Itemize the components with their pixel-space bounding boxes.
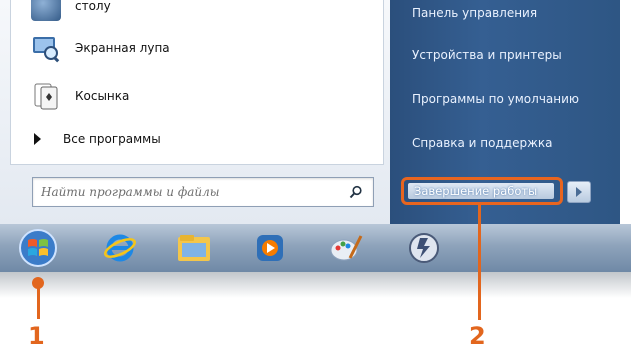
callout-1-line	[37, 283, 40, 319]
program-item-magnifier[interactable]: Экранная лупа	[31, 28, 170, 68]
callout-2-number: 2	[469, 322, 486, 350]
taskbar-internet-explorer[interactable]	[100, 229, 140, 267]
shutdown-label: Завершение работы	[414, 184, 538, 198]
taskbar-explorer[interactable]	[174, 229, 214, 267]
taskbar-shadow	[0, 272, 631, 298]
start-menu-left-pane: столу Экранная лупа Косынка Все программ…	[0, 0, 391, 224]
all-programs-button[interactable]: Все программы	[34, 132, 161, 146]
search-input[interactable]	[39, 182, 333, 202]
program-label: столу	[75, 0, 111, 13]
solitaire-icon	[31, 81, 61, 111]
default-programs-link[interactable]: Программы по умолчанию	[412, 92, 579, 106]
taskbar	[0, 224, 631, 272]
taskbar-app[interactable]	[404, 229, 444, 267]
internet-explorer-icon	[104, 234, 136, 262]
program-item-solitaire[interactable]: Косынка	[31, 76, 129, 116]
magnifier-icon	[31, 33, 61, 63]
program-label: Экранная лупа	[75, 41, 170, 55]
program-item-desktop[interactable]: столу	[31, 0, 111, 26]
taskbar-media-player[interactable]	[250, 229, 290, 267]
paint-icon	[330, 235, 363, 261]
devices-printers-link[interactable]: Устройства и принтеры	[412, 48, 562, 62]
chevron-right-icon	[576, 187, 582, 197]
arrow-right-icon	[34, 133, 41, 145]
search-icon[interactable]	[349, 184, 363, 203]
control-panel-link[interactable]: Панель управления	[412, 6, 537, 20]
all-programs-label: Все программы	[63, 132, 161, 146]
application-icon	[409, 233, 439, 263]
taskbar-paint[interactable]	[326, 229, 366, 267]
shutdown-button-face: Завершение работы	[408, 183, 554, 199]
start-button[interactable]	[18, 229, 58, 267]
windows-start-orb-icon	[19, 229, 57, 267]
desktop-icon	[31, 0, 61, 21]
callout-2-line	[478, 205, 481, 320]
shutdown-button[interactable]: Завершение работы	[401, 177, 563, 205]
start-menu: столу Экранная лупа Косынка Все программ…	[0, 0, 620, 224]
shutdown-options-button[interactable]	[567, 181, 591, 203]
media-player-icon	[257, 235, 283, 261]
search-box[interactable]	[32, 177, 374, 207]
program-label: Косынка	[75, 89, 130, 103]
file-explorer-icon	[178, 235, 210, 261]
callout-1-number: 1	[28, 322, 45, 350]
help-support-link[interactable]: Справка и поддержка	[412, 136, 553, 150]
